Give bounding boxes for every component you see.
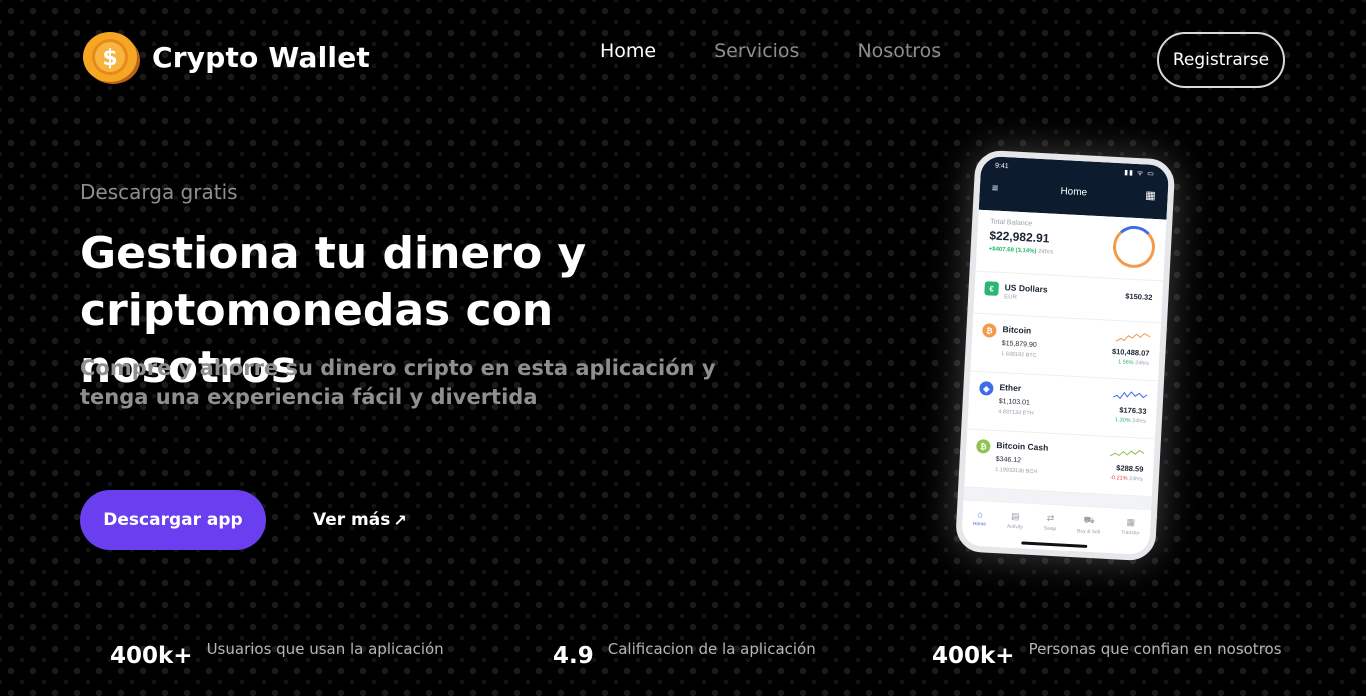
sparkline-icon [1112, 391, 1148, 400]
stat-value: 400k+ [932, 643, 1015, 669]
stat-value: 400k+ [110, 643, 193, 669]
asset-name: Ether [999, 382, 1022, 394]
balance-change-period: 24hrs [1037, 248, 1054, 256]
cart-icon: ⛟ [1083, 514, 1096, 526]
asset-currency: EUR [1004, 294, 1018, 301]
asset-row-bitcoin: ₿ Bitcoin $15,879.90 1.638192 BTC $10,48… [970, 313, 1162, 382]
tab-transfer: ▦ Transfer [1120, 517, 1140, 555]
asset-name: Bitcoin Cash [996, 440, 1049, 453]
see-more-label: Ver más [313, 510, 391, 530]
asset-value: $10,488.07 [1111, 346, 1150, 358]
nav-item-servicios[interactable]: Servicios [714, 40, 799, 62]
asset-row-bitcoin-cash: ₿ Bitcoin Cash $346.12 1.19933136 BCH $2… [964, 429, 1155, 498]
stat-label: Calificacion de la aplicación [607, 640, 816, 658]
tab-label: Transfer [1120, 529, 1140, 537]
sparkline-icon [1109, 449, 1145, 457]
stat-users: 400k+ Usuarios que usan la aplicación [110, 640, 444, 669]
phone-title: Home [1060, 186, 1088, 199]
asset-value: $288.59 [1116, 463, 1144, 474]
asset-change-pct: -0.21% [1109, 475, 1128, 482]
phone-time: 9:41 [994, 162, 1009, 171]
phone-mockup: 9:41 ▮▮ ᯤ ▭ ≡ Home ▦ Total Balance $22,9… [954, 149, 1195, 571]
stat-trust: 400k+ Personas que confian en nosotros [932, 640, 1282, 669]
asset-amount: 1.19933136 BCH [994, 466, 1038, 476]
qr-code-icon: ▦ [1144, 189, 1157, 202]
asset-change-pct: 1.30% [1114, 417, 1131, 424]
phone-header: 9:41 ▮▮ ᯤ ▭ ≡ Home ▦ [978, 155, 1170, 220]
tab-home: ⌂ Home [972, 509, 987, 547]
brand-name: Crypto Wallet [152, 40, 370, 74]
home-icon: ⌂ [976, 509, 983, 520]
register-button[interactable]: Registrarse [1157, 32, 1285, 88]
balance-change-value: +$407.68 (3.14%) [988, 246, 1037, 255]
phone-screen: 9:41 ▮▮ ᯤ ▭ ≡ Home ▦ Total Balance $22,9… [954, 149, 1176, 562]
stat-label: Usuarios que usan la aplicación [206, 640, 444, 658]
bitcoin-icon: ₿ [982, 323, 997, 338]
bitcoin-cash-icon: ₿ [975, 438, 991, 454]
activity-icon: ▤ [1010, 510, 1020, 522]
phone-status-icons: ▮▮ ᯤ ▭ [1124, 169, 1156, 178]
asset-name: Bitcoin [1002, 324, 1032, 336]
asset-change-pct: 1.56% [1117, 359, 1134, 367]
asset-change-period: 24hrs [1134, 360, 1150, 367]
asset-change: 1.30% 24hrs [1115, 417, 1146, 425]
asset-value: $150.32 [1125, 291, 1153, 302]
asset-change: 1.56% 24hrs [1118, 359, 1149, 367]
phone-balance-card: Total Balance $22,982.91 +$407.68 (3.14%… [975, 209, 1167, 282]
asset-value: $176.33 [1119, 405, 1147, 416]
asset-change: -0.21% 24hrs [1110, 475, 1143, 483]
asset-price: $346.12 [995, 455, 1022, 465]
svg-text:$: $ [102, 46, 117, 71]
nav-item-home[interactable]: Home [600, 40, 656, 62]
asset-name: US Dollars [1004, 282, 1048, 295]
tab-label: Buy & Sell [1076, 528, 1101, 536]
swap-icon: ⇄ [1046, 512, 1055, 524]
asset-row-ether: ◆ Ether $1,103.01 4.837134 ETH $176.33 1… [967, 371, 1158, 440]
nav-item-nosotros[interactable]: Nosotros [857, 40, 941, 62]
tab-label: Activity [1006, 523, 1023, 531]
asset-amount: 4.837134 ETH [998, 409, 1034, 417]
hero-subtitle: Compre y ahorre su dinero cripto en esta… [80, 356, 716, 409]
hero-eyebrow: Descarga gratis [80, 180, 238, 204]
dollar-coin-icon: $ [80, 28, 142, 86]
stat-rating: 4.9 Calificacion de la aplicación [553, 640, 816, 669]
phone-tab-bar: ⌂ Home ▤ Activity ⇄ Swap ⛟ Buy & Sell ▦ Trans… [961, 499, 1152, 556]
main-nav: Home Servicios Nosotros [600, 40, 941, 62]
asset-amount: 1.638192 BTC [1001, 351, 1037, 359]
tab-label: Swap [1043, 525, 1057, 533]
transfer-icon: ▦ [1126, 516, 1136, 528]
asset-price: $1,103.01 [998, 398, 1031, 407]
asset-price: $15,879.90 [1001, 340, 1037, 349]
sparkline-icon [1115, 332, 1151, 342]
tab-label: Home [972, 520, 987, 528]
ether-icon: ◆ [979, 381, 994, 396]
stat-label: Personas que confian en nosotros [1028, 640, 1282, 658]
see-more-link[interactable]: Ver más ↗ [313, 510, 407, 530]
arrow-up-right-icon: ↗ [393, 510, 407, 530]
asset-change-period: 24hrs [1131, 418, 1147, 425]
brand-logo[interactable]: $ Crypto Wallet [80, 28, 370, 86]
asset-change-period: 24hrs [1128, 475, 1143, 483]
stat-value: 4.9 [553, 643, 594, 669]
download-app-button[interactable]: Descargar app [80, 490, 266, 550]
euro-icon: € [984, 281, 999, 296]
